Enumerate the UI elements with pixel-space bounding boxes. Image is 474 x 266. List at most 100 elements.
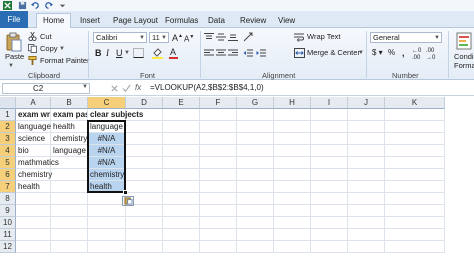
- cell-d11[interactable]: [126, 229, 163, 241]
- cell-h1[interactable]: [274, 109, 311, 121]
- cell-k6[interactable]: [385, 169, 445, 181]
- cell-j3[interactable]: [348, 133, 385, 145]
- cell-g4[interactable]: [237, 145, 274, 157]
- column-header-f[interactable]: F: [200, 97, 237, 109]
- cell-d9[interactable]: [126, 205, 163, 217]
- row-header-5[interactable]: 5: [0, 157, 16, 169]
- cell-i1[interactable]: [311, 109, 348, 121]
- cell-b7[interactable]: [51, 181, 88, 193]
- cell-i6[interactable]: [311, 169, 348, 181]
- cell-e2[interactable]: [163, 121, 200, 133]
- cell-f1[interactable]: [200, 109, 237, 121]
- cell-g10[interactable]: [237, 217, 274, 229]
- shrink-font-button[interactable]: A▼: [184, 32, 194, 45]
- tab-page-layout[interactable]: Page Layout: [113, 14, 158, 28]
- cell-k5[interactable]: [385, 157, 445, 169]
- cell-f8[interactable]: [200, 193, 237, 205]
- cell-d2[interactable]: [126, 121, 163, 133]
- cell-c9[interactable]: [88, 205, 126, 217]
- tab-review[interactable]: Review: [240, 14, 266, 28]
- cell-g3[interactable]: [237, 133, 274, 145]
- cell-b10[interactable]: [51, 217, 88, 229]
- cell-b4[interactable]: language: [51, 145, 88, 157]
- cell-h12[interactable]: [274, 241, 311, 253]
- cell-c10[interactable]: [88, 217, 126, 229]
- cell-h7[interactable]: [274, 181, 311, 193]
- cell-c7[interactable]: health: [88, 181, 126, 193]
- cell-e6[interactable]: [163, 169, 200, 181]
- tab-formulas[interactable]: Formulas: [165, 14, 198, 28]
- cell-k8[interactable]: [385, 193, 445, 205]
- cell-b9[interactable]: [51, 205, 88, 217]
- cell-b6[interactable]: [51, 169, 88, 181]
- cell-f12[interactable]: [200, 241, 237, 253]
- cell-c4[interactable]: #N/A: [88, 145, 126, 157]
- customize-toolbar-icon[interactable]: [58, 1, 67, 10]
- cell-e12[interactable]: [163, 241, 200, 253]
- cell-f9[interactable]: [200, 205, 237, 217]
- cell-k2[interactable]: [385, 121, 445, 133]
- tab-home[interactable]: Home: [36, 13, 72, 29]
- wrap-text-button[interactable]: Wrap Text: [307, 32, 341, 42]
- italic-button[interactable]: I: [106, 48, 109, 58]
- column-header-e[interactable]: E: [163, 97, 200, 109]
- grow-font-button[interactable]: A▲: [172, 31, 183, 43]
- cell-e11[interactable]: [163, 229, 200, 241]
- cell-b2[interactable]: health: [51, 121, 88, 133]
- cell-a10[interactable]: [16, 217, 51, 229]
- cell-e8[interactable]: [163, 193, 200, 205]
- column-header-b[interactable]: B: [51, 97, 88, 109]
- confirm-entry-icon[interactable]: [122, 84, 131, 93]
- row-header-9[interactable]: 9: [0, 205, 16, 217]
- align-left-icon[interactable]: [204, 49, 214, 57]
- font-size-select[interactable]: 11 ▼: [149, 32, 169, 43]
- font-color-button[interactable]: A: [170, 47, 176, 57]
- cell-k11[interactable]: [385, 229, 445, 241]
- name-box-dropdown-icon[interactable]: ▼: [82, 84, 88, 90]
- column-header-h[interactable]: H: [274, 97, 311, 109]
- cell-j1[interactable]: [348, 109, 385, 121]
- cell-a9[interactable]: [16, 205, 51, 217]
- column-header-d[interactable]: D: [126, 97, 163, 109]
- cell-i9[interactable]: [311, 205, 348, 217]
- row-header-4[interactable]: 4: [0, 145, 16, 157]
- cell-g2[interactable]: [237, 121, 274, 133]
- cell-c6[interactable]: chemistry: [88, 169, 126, 181]
- align-center-icon[interactable]: [216, 49, 226, 57]
- cell-f2[interactable]: [200, 121, 237, 133]
- cell-d3[interactable]: [126, 133, 163, 145]
- cell-f11[interactable]: [200, 229, 237, 241]
- cell-h2[interactable]: [274, 121, 311, 133]
- format-painter-icon[interactable]: [28, 56, 37, 65]
- row-header-8[interactable]: 8: [0, 193, 16, 205]
- cell-a1[interactable]: exam writ: [16, 109, 51, 121]
- column-header-a[interactable]: A: [16, 97, 51, 109]
- cut-icon[interactable]: [28, 32, 37, 41]
- column-header-k[interactable]: K: [385, 97, 445, 109]
- row-header-1[interactable]: 1: [0, 109, 16, 121]
- fill-handle[interactable]: [123, 190, 128, 195]
- cell-d4[interactable]: [126, 145, 163, 157]
- paste-dropdown-icon[interactable]: ▼: [8, 61, 14, 71]
- comma-style-button[interactable]: ,: [402, 48, 405, 58]
- cell-f10[interactable]: [200, 217, 237, 229]
- cell-c11[interactable]: [88, 229, 126, 241]
- percent-style-button[interactable]: %: [388, 48, 395, 58]
- cell-i4[interactable]: [311, 145, 348, 157]
- cell-a3[interactable]: science: [16, 133, 51, 145]
- cell-j2[interactable]: [348, 121, 385, 133]
- cell-b12[interactable]: [51, 241, 88, 253]
- row-header-2[interactable]: 2: [0, 121, 16, 133]
- cell-g11[interactable]: [237, 229, 274, 241]
- cell-a8[interactable]: [16, 193, 51, 205]
- conditional-formatting-label-2[interactable]: Forma: [454, 61, 474, 71]
- align-top-icon[interactable]: [204, 33, 214, 41]
- cell-e1[interactable]: [163, 109, 200, 121]
- format-painter-button[interactable]: Format Painter: [40, 56, 90, 66]
- cell-h5[interactable]: [274, 157, 311, 169]
- cell-e5[interactable]: [163, 157, 200, 169]
- cell-a4[interactable]: bio: [16, 145, 51, 157]
- cell-g12[interactable]: [237, 241, 274, 253]
- cell-j4[interactable]: [348, 145, 385, 157]
- cell-h3[interactable]: [274, 133, 311, 145]
